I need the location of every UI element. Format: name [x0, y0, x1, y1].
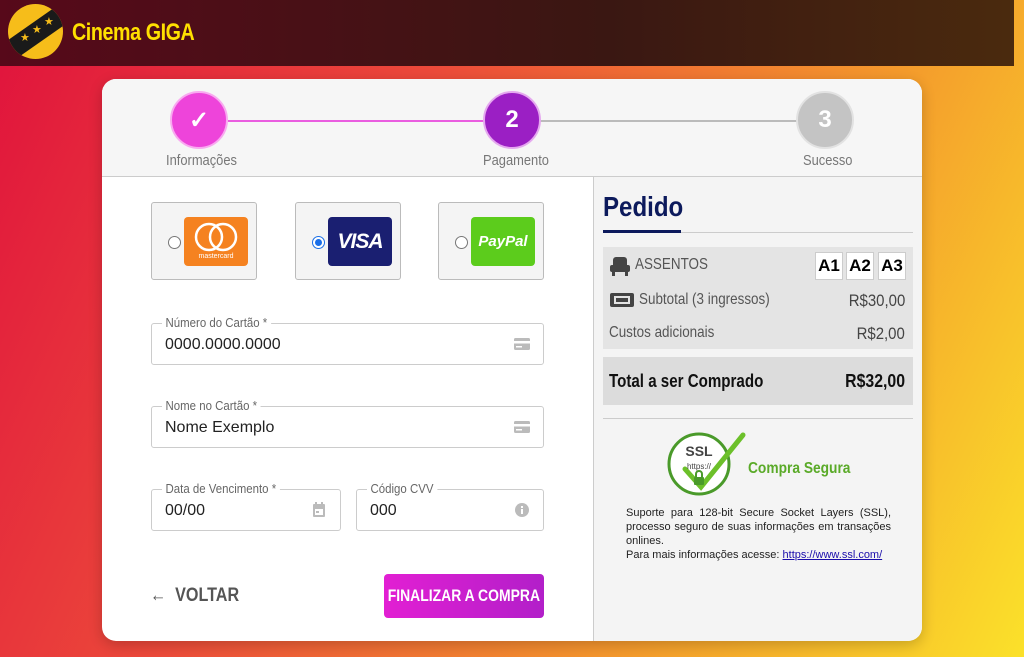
seat-a3[interactable]: A3	[878, 252, 906, 280]
ssl-text: Suporte para 128-bit Secure Socket Layer…	[626, 507, 891, 547]
step-2-number: 2	[505, 106, 519, 133]
visa-logo-icon: VISA	[328, 217, 392, 266]
secure-purchase-title: Compra Segura	[748, 460, 851, 477]
order-title: Pedido	[603, 191, 684, 222]
check-icon: ✓	[188, 106, 210, 134]
seat-a2-label: A2	[849, 256, 871, 275]
paypal-text: PayPal	[478, 233, 528, 250]
extra-costs-value: R$2,00	[856, 324, 905, 343]
expiry-field[interactable]: Data de Vencimento * 00/00	[151, 481, 341, 531]
cvv-value[interactable]: 000	[370, 502, 397, 520]
step-2-circle: 2	[483, 91, 541, 149]
seat-a2[interactable]: A2	[846, 252, 874, 280]
credit-card-icon	[514, 338, 530, 350]
step-3-label: Sucesso	[803, 152, 853, 169]
ssl-more-text: Para mais informações acesse:	[626, 549, 780, 561]
payment-option-paypal[interactable]: PayPal	[438, 202, 544, 280]
visa-radio[interactable]	[312, 236, 325, 249]
payment-form: mastercard VISA PayPal Número do Cartão …	[102, 177, 593, 641]
visa-text: VISA	[337, 229, 383, 253]
order-title-underline	[603, 230, 681, 233]
order-title-divider	[681, 232, 913, 233]
ssl-badge-sub: https://	[687, 462, 712, 471]
arrow-left-icon: ←	[150, 585, 176, 606]
credit-card-icon	[514, 421, 530, 433]
mastercard-radio[interactable]	[168, 236, 181, 249]
stepper: ✓ Informações 2 Pagamento 3 Sucesso	[102, 79, 922, 177]
expiry-label: Data de Vencimento *	[162, 481, 280, 496]
film-logo-icon[interactable]: ★ ★ ★	[8, 4, 63, 59]
finish-label: FINALIZAR A COMPRA	[387, 586, 541, 605]
payment-option-mastercard[interactable]: mastercard	[151, 202, 257, 280]
step-1-label: Informações	[166, 152, 237, 169]
ssl-link[interactable]: https://www.ssl.com/	[783, 549, 883, 561]
total-label: Total a ser Comprado	[609, 371, 764, 391]
step-1-circle: ✓	[170, 91, 228, 149]
expiry-value[interactable]: 00/00	[165, 502, 205, 520]
mastercard-text: mastercard	[198, 253, 234, 260]
seat-a1-label: A1	[818, 256, 840, 275]
seat-icon	[610, 257, 630, 276]
extra-costs-label: Custos adicionais	[609, 324, 715, 341]
payment-option-visa[interactable]: VISA	[295, 202, 401, 280]
top-bar: ★ ★ ★ Cinema GIGA	[0, 0, 1014, 66]
info-icon[interactable]	[513, 502, 531, 518]
calendar-icon	[313, 502, 325, 517]
back-label: VOLTAR	[175, 585, 240, 606]
ssl-description: Suporte para 128-bit Secure Socket Layer…	[626, 506, 891, 562]
card-name-label: Nome no Cartão *	[162, 398, 261, 413]
ssl-shield-icon: SSL https://	[667, 432, 746, 496]
step-3-number: 3	[818, 106, 832, 133]
order-total: Total a ser Comprado R$32,00	[603, 357, 913, 405]
seat-a1[interactable]: A1	[815, 252, 843, 280]
brand-name[interactable]: Cinema GIGA	[72, 19, 195, 47]
step-line-pending	[540, 120, 800, 122]
back-button[interactable]: ← VOLTAR	[150, 585, 239, 607]
card-number-label: Número do Cartão *	[162, 315, 271, 330]
seats-label: ASSENTOS	[635, 256, 708, 273]
card-number-field[interactable]: Número do Cartão * 0000.0000.0000	[151, 315, 544, 365]
finish-purchase-button[interactable]: FINALIZAR A COMPRA	[384, 574, 544, 618]
ssl-divider	[603, 418, 913, 419]
order-summary: Pedido ASSENTOS A1 A2 A3 Subtotal (3 ing…	[593, 177, 922, 641]
card-name-value[interactable]: Nome Exemplo	[165, 419, 274, 437]
paypal-radio[interactable]	[455, 236, 468, 249]
order-details: ASSENTOS A1 A2 A3 Subtotal (3 ingressos)…	[603, 247, 913, 349]
step-3-circle: 3	[796, 91, 854, 149]
ticket-icon	[610, 293, 634, 307]
checkout-card: ✓ Informações 2 Pagamento 3 Sucesso mast…	[102, 79, 922, 641]
cvv-field[interactable]: Código CVV 000	[356, 481, 544, 531]
cvv-label: Código CVV	[367, 481, 438, 496]
subtotal-value: R$30,00	[848, 291, 905, 310]
step-2-label: Pagamento	[483, 152, 549, 169]
subtotal-label: Subtotal (3 ingressos)	[639, 291, 770, 308]
mastercard-logo-icon: mastercard	[184, 217, 248, 266]
seat-a3-label: A3	[881, 256, 903, 275]
paypal-logo-icon: PayPal	[471, 217, 535, 266]
ssl-badge-text: SSL	[685, 443, 713, 459]
card-number-value[interactable]: 0000.0000.0000	[165, 336, 281, 354]
card-name-field[interactable]: Nome no Cartão * Nome Exemplo	[151, 398, 544, 448]
total-value: R$32,00	[845, 371, 905, 391]
